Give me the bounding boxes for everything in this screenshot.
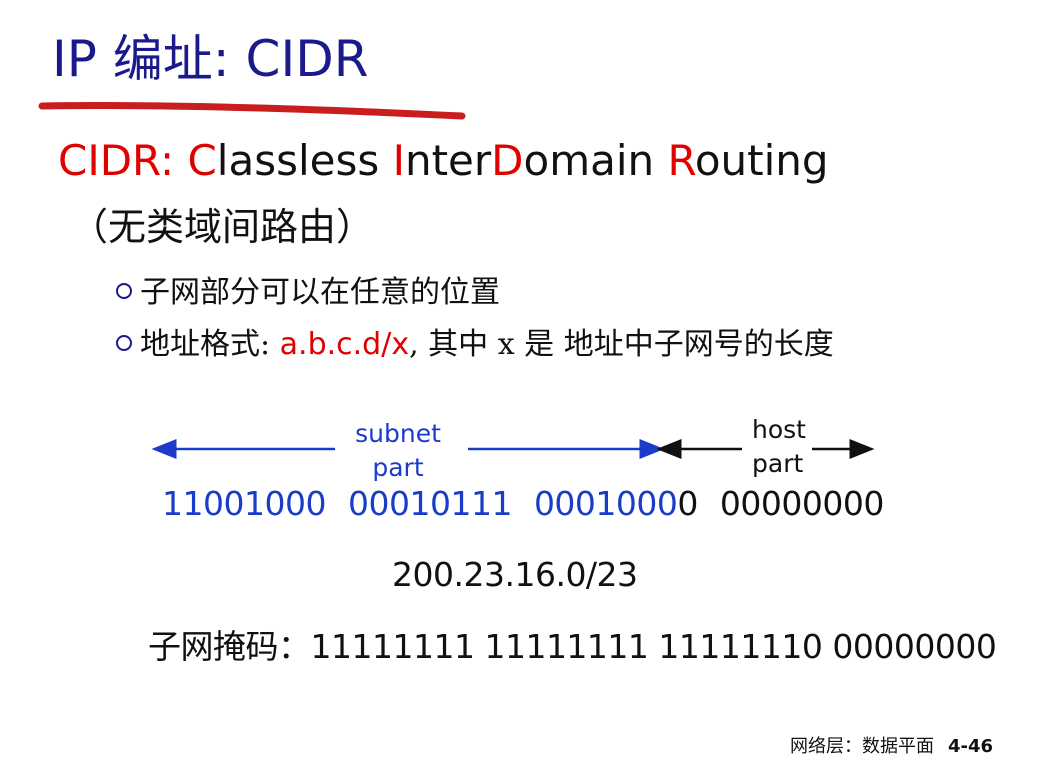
cidr-word-outing: outing (694, 136, 829, 185)
bullet-item: 子网部分可以在任意的位置 (116, 278, 500, 308)
cidr-letter-i: I (392, 136, 405, 185)
subnet-label-line2: part (372, 453, 423, 482)
slide-footer: 网络层：数据平面 4-46 (790, 738, 993, 756)
subnet-mask-label: 子网掩码： (148, 627, 311, 666)
binary-octet: 00010111 (347, 484, 512, 523)
binary-octet-subnet-bits: 0001000 (533, 484, 678, 523)
binary-octet-host-bit: 0 (677, 484, 698, 523)
circle-bullet-icon (116, 283, 132, 299)
cidr-word-nter: nter (404, 136, 492, 185)
binary-octet: 00000000 (719, 484, 884, 523)
binary-octet: 11001000 (162, 484, 326, 523)
binary-address: 11001000 00010111 00010000 00000000 (162, 487, 884, 520)
cidr-word-lassless: lassless (216, 136, 393, 185)
bullet-suffix: , 其中 x 是 地址中子网号的长度 (409, 327, 834, 362)
cidr-prefix: CIDR: (58, 136, 188, 185)
network-address: 200.23.16.0/23 (392, 555, 638, 594)
address-format: a.b.c.d/x (279, 327, 410, 362)
chinese-expansion: （无类域间路由） (70, 205, 375, 249)
subnet-host-diagram: subnet part host part (151, 415, 875, 482)
bullet-item: 地址格式: a.b.c.d/x, 其中 x 是 地址中子网号的长度 (116, 330, 834, 360)
cidr-word-omain: omain (523, 136, 668, 185)
cidr-letter-d: D (491, 136, 524, 185)
cidr-letter-c: C (187, 136, 217, 185)
bullet-text: 子网部分可以在任意的位置 (140, 275, 500, 310)
slide-title: IP 编址: CIDR (52, 30, 369, 88)
title-underline (38, 101, 466, 120)
subnet-label-line1: subnet (355, 419, 441, 448)
bullet-prefix: 地址格式: (140, 327, 280, 362)
page-number: 4-46 (948, 736, 994, 757)
cidr-letter-r: R (667, 136, 695, 185)
host-label-line1: host (752, 415, 806, 444)
subnet-mask: 子网掩码：11111111 11111111 11111110 00000000 (148, 627, 997, 666)
subnet-mask-value: 11111111 11111111 11111110 00000000 (310, 627, 997, 666)
footer-section: 网络层：数据平面 (790, 736, 934, 757)
circle-bullet-icon (116, 335, 132, 351)
cidr-definition: CIDR: Classless InterDomain Routing (58, 140, 829, 182)
host-label-line2: part (752, 449, 803, 478)
